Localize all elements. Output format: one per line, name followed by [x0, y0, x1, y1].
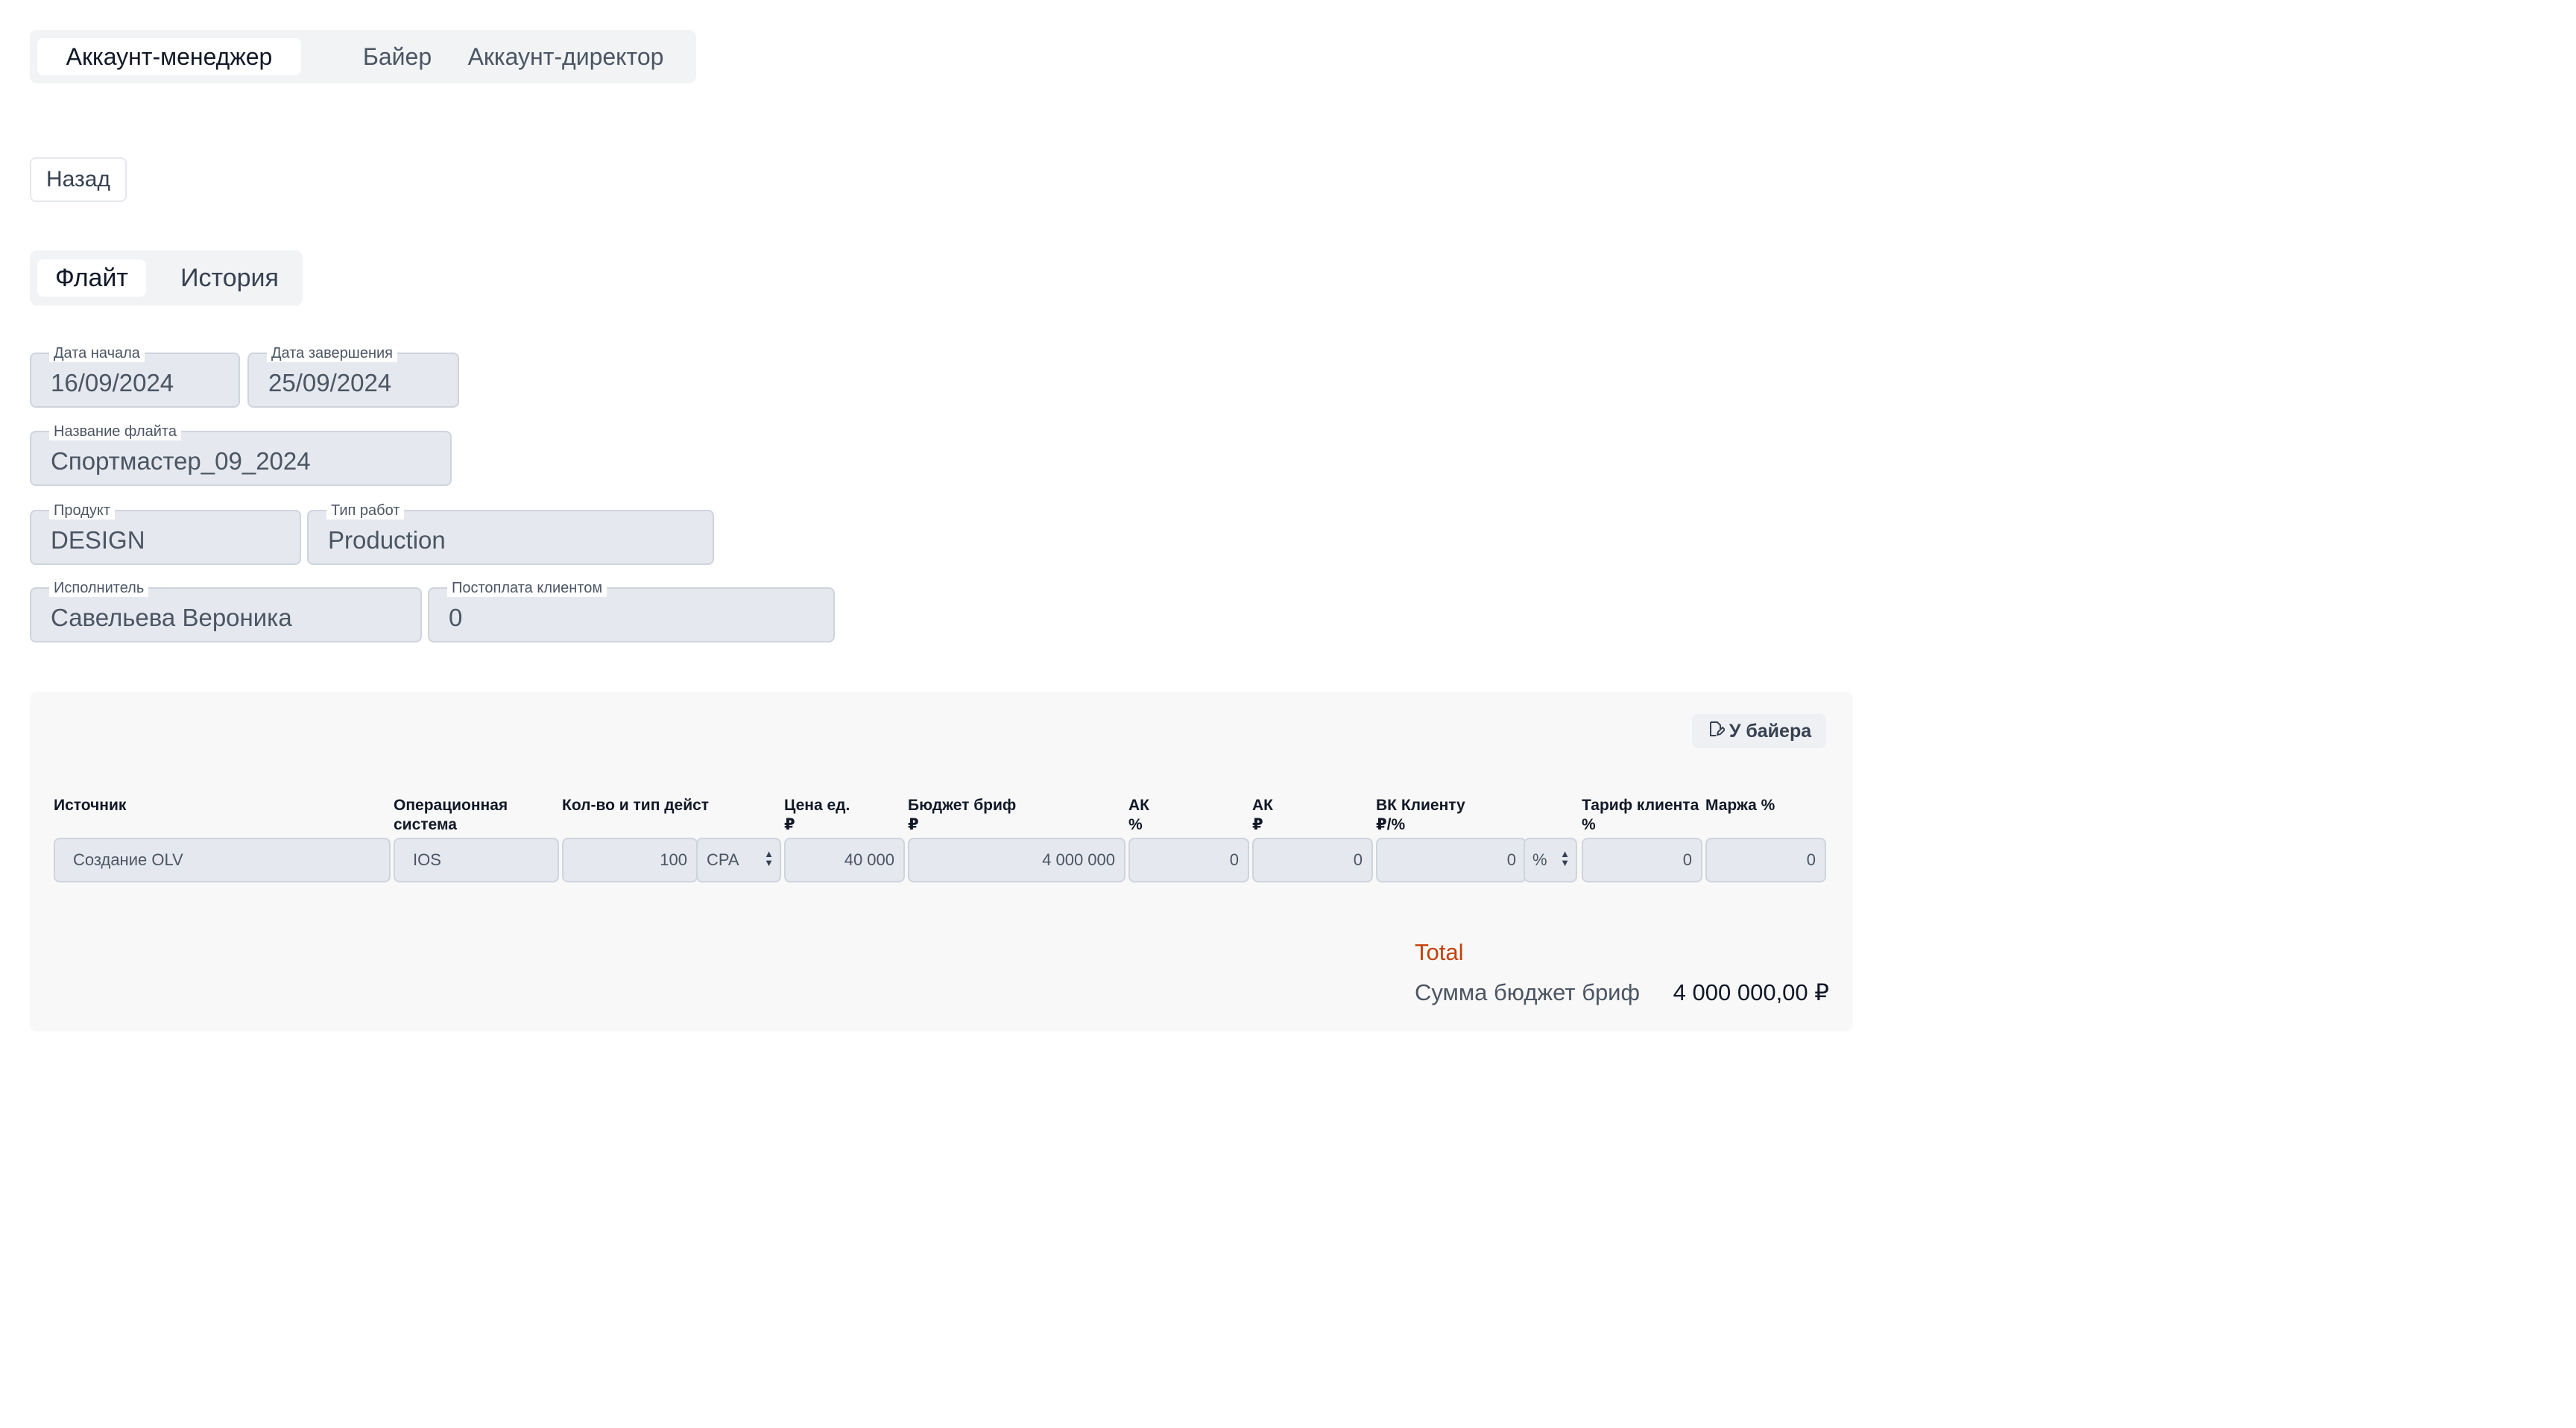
postpayment-value: 0: [449, 604, 463, 631]
header-os: Операционная система: [394, 797, 508, 833]
flight-name-field[interactable]: Название флайта Спортмастер_09_2024: [30, 423, 452, 486]
executor-value: Савельева Вероника: [51, 604, 292, 631]
qty-cell[interactable]: 100: [562, 838, 698, 882]
end-date-label: Дата завершения: [267, 344, 397, 362]
work-type-label: Тип работ: [326, 502, 405, 519]
select-arrows-icon: ▲ ▼: [1560, 848, 1570, 868]
page-tabs: Флайт История: [30, 250, 303, 306]
vk-cell[interactable]: 0: [1376, 838, 1527, 882]
end-date-field[interactable]: Дата завершения 25/09/2024: [247, 344, 459, 408]
header-source: Источник: [54, 797, 127, 814]
header-tariff: Тариф клиента %: [1582, 797, 1699, 833]
edit-icon: [1707, 720, 1726, 743]
header-qty: Кол-во и тип дейст: [562, 797, 710, 814]
at-buyer-label: У байера: [1729, 720, 1812, 742]
header-margin: Маржа %: [1705, 797, 1775, 814]
os-cell[interactable]: IOS: [394, 838, 559, 882]
select-arrows-icon: ▲ ▼: [764, 848, 774, 868]
tab-account-director[interactable]: Аккаунт-директор: [435, 38, 696, 75]
source-cell[interactable]: Создание OLV: [54, 838, 391, 882]
flight-name-label: Название флайта: [49, 423, 181, 440]
start-date-label: Дата начала: [49, 344, 145, 362]
product-label: Продукт: [49, 502, 115, 519]
product-field[interactable]: Продукт DESIGN: [30, 502, 301, 565]
back-button[interactable]: Назад: [30, 157, 127, 202]
start-date-value: 16/09/2024: [51, 369, 174, 397]
executor-label: Исполнитель: [49, 579, 149, 597]
budget-cell[interactable]: 4 000 000: [908, 838, 1126, 882]
ak-pct-cell[interactable]: 0: [1128, 838, 1249, 882]
postpayment-label: Постоплата клиентом: [447, 579, 607, 597]
end-date-value: 25/09/2024: [268, 369, 392, 397]
margin-cell[interactable]: 0: [1705, 838, 1826, 882]
product-value: DESIGN: [51, 526, 145, 554]
price-cell[interactable]: 40 000: [784, 838, 905, 882]
tab-history[interactable]: История: [164, 259, 295, 297]
header-budget: Бюджет бриф ₽: [908, 797, 1017, 833]
header-ak-pct: АК %: [1128, 797, 1149, 833]
header-vk: ВК Клиенту ₽/%: [1376, 797, 1465, 833]
tariff-cell[interactable]: 0: [1582, 838, 1702, 882]
header-price: Цена ед. ₽: [784, 797, 850, 833]
work-type-value: Production: [328, 526, 446, 554]
role-tabs: Аккаунт-менеджер Байер Аккаунт-директор: [30, 30, 696, 83]
tab-flight[interactable]: Флайт: [37, 259, 146, 297]
at-buyer-button[interactable]: У байера: [1692, 714, 1826, 748]
ak-rub-cell[interactable]: 0: [1252, 838, 1373, 882]
flight-name-value: Спортмастер_09_2024: [51, 447, 311, 475]
work-type-field[interactable]: Тип работ Production: [307, 502, 714, 565]
vk-unit-select[interactable]: % ▲ ▼: [1524, 838, 1577, 882]
header-ak-rub: АК ₽: [1252, 797, 1273, 833]
executor-field[interactable]: Исполнитель Савельева Вероника: [30, 579, 422, 642]
budget-sum-value: 4 000 000,00 ₽: [1673, 979, 1829, 1005]
total-title: Total: [1415, 939, 1464, 965]
postpayment-field[interactable]: Постоплата клиентом 0: [428, 579, 835, 642]
vk-unit-value: %: [1532, 850, 1547, 869]
budget-sum-label: Сумма бюджет бриф: [1415, 979, 1641, 1005]
action-type-select[interactable]: CPA ▲ ▼: [696, 838, 781, 882]
start-date-field[interactable]: Дата начала 16/09/2024: [30, 344, 240, 408]
tab-account-manager[interactable]: Аккаунт-менеджер: [37, 38, 301, 75]
action-type-value: CPA: [707, 850, 739, 869]
